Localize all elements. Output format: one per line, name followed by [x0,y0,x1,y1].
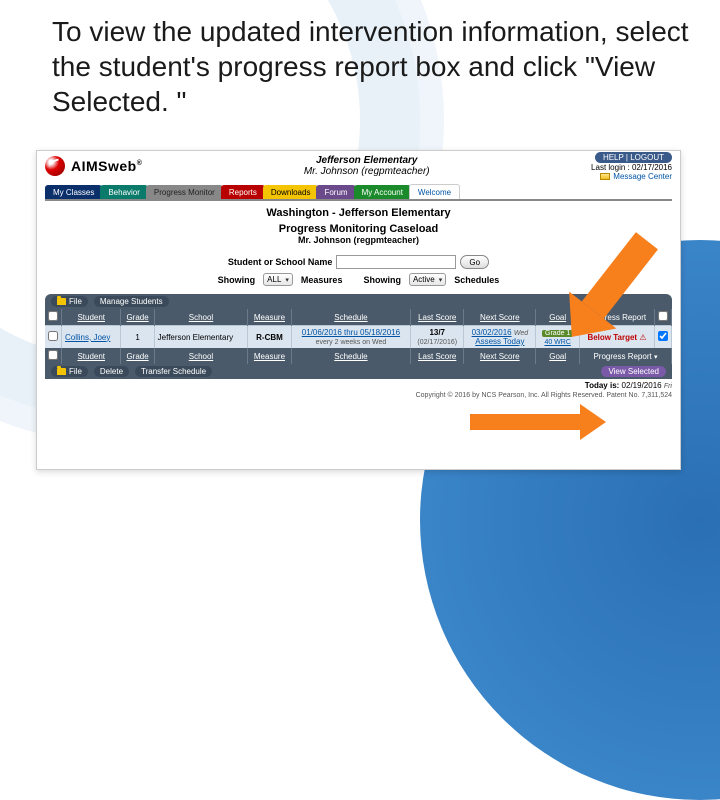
row-select-checkbox[interactable] [48,331,58,341]
col-grade[interactable]: Grade [126,313,148,322]
copyright-text: Copyright © 2016 by NCS Pearson, Inc. Al… [45,392,672,399]
col-measure[interactable]: Measure [254,313,285,322]
measures-select[interactable]: ALL ▾ [263,273,293,286]
col-last-score-2[interactable]: Last Score [418,352,456,361]
slide-heading: To view the updated intervention informa… [52,14,690,119]
tab-my-account[interactable]: My Account [354,185,411,199]
header-center: Jefferson Elementary Mr. Johnson (regpmt… [148,155,585,178]
cell-school: Jefferson Elementary [154,326,248,349]
brand-text: AIMSweb [71,158,137,174]
delete-button[interactable]: Delete [94,366,129,377]
col-measure-2[interactable]: Measure [254,352,285,361]
tab-reports[interactable]: Reports [221,185,265,199]
page-title: Progress Monitoring Caseload [45,223,672,235]
schedules-select-value: Active [413,275,435,284]
next-score-dow: Wed [514,330,528,337]
assess-today-link[interactable]: Assess Today [475,337,524,346]
measures-label: Measures [301,275,343,285]
manage-students-button[interactable]: Manage Students [94,296,169,307]
file-menu-label: File [69,297,82,306]
col-school-2[interactable]: School [189,352,213,361]
today-label: Today is: [585,381,620,390]
schedule-detail: every 2 weeks on Wed [316,339,387,346]
col-student-2[interactable]: Student [77,352,105,361]
col-schedule[interactable]: Schedule [334,313,367,322]
col-last-score[interactable]: Last Score [418,313,456,322]
select-all-pr-checkbox[interactable] [658,311,668,321]
col-schedule-2[interactable]: Schedule [334,352,367,361]
name-filter-input[interactable] [336,255,456,269]
col-grade-2[interactable]: Grade [126,352,148,361]
tab-my-classes[interactable]: My Classes [45,185,102,199]
measures-select-value: ALL [267,275,281,284]
today-footer: Today is: 02/19/2016 Fri [45,381,672,390]
folder-icon [57,298,66,305]
envelope-icon [600,173,610,180]
today-date: 02/19/2016 [622,381,662,390]
toolbar-bottom: File Delete Transfer Schedule View Selec… [45,364,672,379]
registered-mark: ® [137,160,143,167]
schedules-select[interactable]: Active ▾ [409,273,446,286]
table-subheader-row: Student Grade School Measure Schedule La… [45,348,672,364]
go-button[interactable]: Go [460,255,489,269]
cell-grade: 1 [121,326,154,349]
last-score: 13/7 [429,328,445,337]
chevron-down-icon: ▾ [285,276,289,284]
schedules-label: Schedules [454,275,499,285]
cell-measure: R-CBM [256,333,283,342]
name-filter-label: Student or School Name [228,257,333,267]
showing-label-2: Showing [363,275,401,285]
tab-behavior[interactable]: Behavior [100,185,148,199]
file-menu-bottom[interactable]: File [51,366,88,377]
last-score-date: (02/17/2016) [417,339,457,346]
file-menu[interactable]: File [51,296,88,307]
col-goal-2[interactable]: Goal [549,352,566,361]
help-logout-pill[interactable]: HELP | LOGOUT [595,152,672,163]
message-center-link[interactable]: Message Center [591,172,672,181]
site-breadcrumb: Washington - Jefferson Elementary [45,207,672,219]
annotation-arrow-horizontal [470,404,606,440]
folder-icon [57,368,66,375]
view-selected-button[interactable]: View Selected [601,366,666,377]
last-login: Last login : 02/17/2016 [591,163,672,172]
header-right: HELP | LOGOUT Last login : 02/17/2016 Me… [591,152,672,181]
page-subtitle: Mr. Johnson (regpmteacher) [45,235,672,245]
user-line: Mr. Johnson (regpmteacher) [304,166,430,177]
select-all-checkbox[interactable] [48,311,58,321]
message-center-text: Message Center [613,172,672,181]
sort-icon[interactable]: ▾ [654,354,658,361]
brand-name: AIMSweb® [71,158,142,174]
tab-bar: My Classes Behavior Progress Monitor Rep… [45,181,672,199]
tab-downloads[interactable]: Downloads [263,185,319,199]
tab-welcome[interactable]: Welcome [409,184,460,199]
schedule-link[interactable]: 01/06/2016 thru 05/18/2016 [302,328,400,337]
goal-target-link[interactable]: 40 WRC [544,339,570,346]
col-school[interactable]: School [189,313,213,322]
showing-label-1: Showing [218,275,256,285]
student-link[interactable]: Collins, Joey [65,333,110,342]
app-logo-icon [45,156,65,176]
today-dow: Fri [664,383,672,390]
tab-forum[interactable]: Forum [316,185,355,199]
select-all-checkbox-2[interactable] [48,350,58,360]
transfer-schedule-button[interactable]: Transfer Schedule [135,366,212,377]
chevron-down-icon: ▾ [439,276,443,284]
warning-icon: ⚠ [639,333,646,342]
next-score-date[interactable]: 03/02/2016 [472,328,512,337]
col-next-score[interactable]: Next Score [480,313,520,322]
school-name: Jefferson Elementary [316,155,418,166]
col-next-score-2[interactable]: Next Score [480,352,520,361]
col-student[interactable]: Student [77,313,105,322]
progress-report-checkbox[interactable] [658,331,668,341]
tab-progress-monitor[interactable]: Progress Monitor [146,185,223,199]
file-menu-bottom-label: File [69,367,82,376]
